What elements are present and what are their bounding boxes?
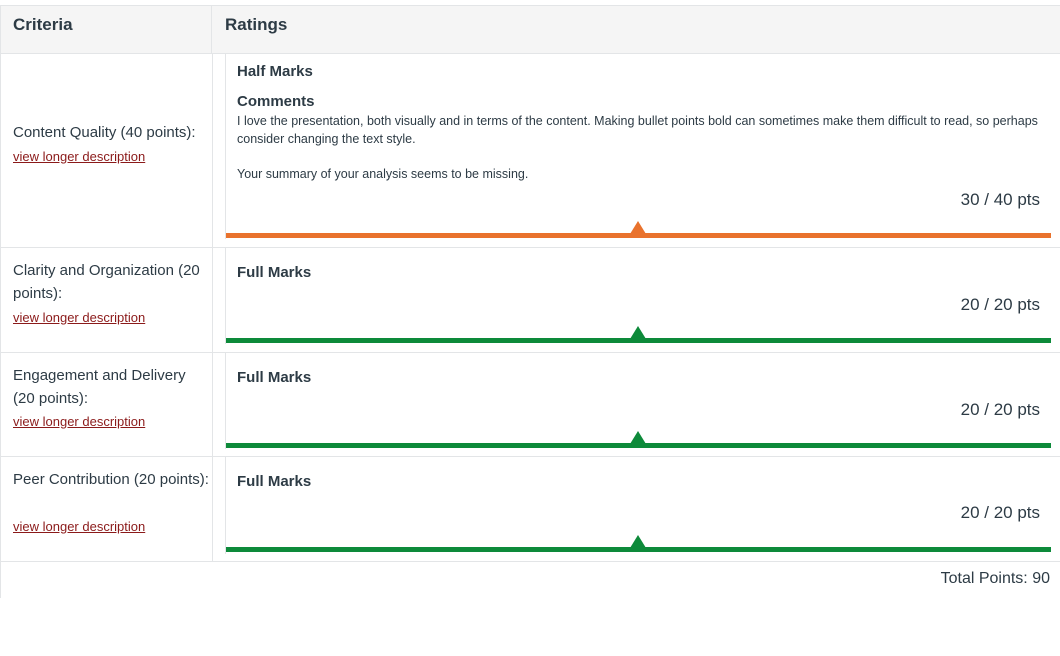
ratings-header: Ratings (225, 15, 288, 34)
rating-bar (226, 443, 1051, 448)
criterion-name: Clarity and Organization (20 points): (13, 262, 200, 302)
view-longer-description-link[interactable]: view longer description (13, 310, 145, 325)
rating-cell: Half Marks Comments I love the presentat… (225, 53, 1051, 239)
rating-cell: Full Marks 20 / 20 pts (225, 353, 1051, 449)
score-text: 20 / 20 pts (960, 295, 1040, 314)
rating-title: Full Marks (237, 369, 312, 386)
criteria-header: Criteria (13, 15, 73, 34)
view-longer-description-link[interactable]: view longer description (13, 414, 145, 429)
total-points: Total Points: 90 (940, 570, 1050, 587)
criterion-cell: Engagement and Delivery (20 points): vie… (0, 353, 213, 456)
comment-paragraph: I love the presentation, both visually a… (237, 114, 1038, 146)
comments-heading: Comments (237, 93, 315, 110)
rubric-header: Criteria Ratings (0, 5, 1060, 54)
comment-paragraph: Your summary of your analysis seems to b… (237, 166, 529, 181)
score-text: 20 / 20 pts (960, 503, 1040, 522)
criterion-name: Engagement and Delivery (20 points): (13, 367, 186, 407)
criterion-row-engagement: Engagement and Delivery (20 points): vie… (0, 353, 1060, 457)
rating-bar (226, 233, 1051, 238)
criterion-cell: Peer Contribution (20 points): view long… (0, 457, 213, 561)
criterion-row-content-quality: Content Quality (40 points): view longer… (0, 53, 1060, 248)
total-row: Total Points: 90 (0, 562, 1060, 598)
view-longer-description-link[interactable]: view longer description (13, 519, 145, 534)
rating-cell: Full Marks 20 / 20 pts (225, 457, 1051, 554)
view-longer-description-link[interactable]: view longer description (13, 149, 145, 164)
criterion-name: Peer Contribution (20 points): (13, 471, 209, 488)
rating-title: Half Marks (237, 63, 313, 80)
rating-cell: Full Marks 20 / 20 pts (225, 248, 1051, 344)
rating-bar (226, 338, 1051, 343)
rating-bar (226, 547, 1051, 552)
criterion-row-peer-contribution: Peer Contribution (20 points): view long… (0, 457, 1060, 562)
criteria-header-cell: Criteria (0, 6, 212, 53)
rating-title: Full Marks (237, 473, 312, 490)
criterion-name: Content Quality (40 points): (13, 124, 196, 141)
score-text: 30 / 40 pts (960, 190, 1040, 209)
criterion-cell: Clarity and Organization (20 points): vi… (0, 248, 213, 352)
criterion-cell: Content Quality (40 points): view longer… (0, 53, 213, 247)
criterion-row-clarity: Clarity and Organization (20 points): vi… (0, 248, 1060, 353)
rating-title: Full Marks (237, 264, 312, 281)
comments-text: I love the presentation, both visually a… (237, 113, 1045, 183)
score-text: 20 / 20 pts (960, 400, 1040, 419)
